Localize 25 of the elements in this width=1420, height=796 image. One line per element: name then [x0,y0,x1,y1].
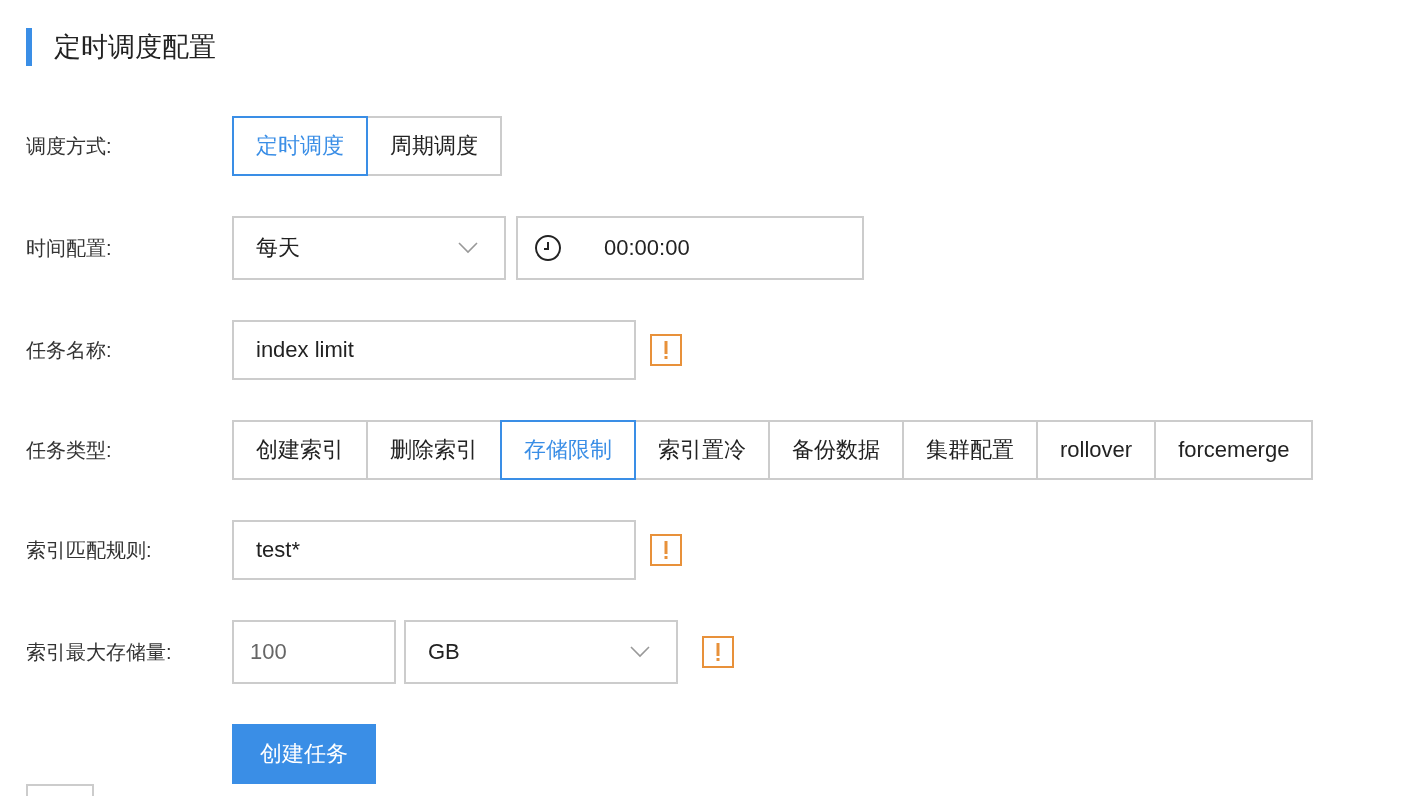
segment-option[interactable]: 周期调度 [366,116,502,176]
section-title: 定时调度配置 [54,31,216,64]
field-label: 任务类型: [26,437,113,463]
segment-option[interactable]: forcemerge [1154,420,1314,480]
field-label: 索引最大存储量: [26,639,173,665]
field-label: 时间配置: [26,235,113,261]
title-accent-bar [26,28,32,66]
field-label: 索引匹配规则: [26,537,153,563]
unit-dropdown[interactable]: GB [404,620,678,684]
chevron-down-icon [630,646,650,658]
dropdown[interactable]: 每天 [232,216,506,280]
segment-option[interactable]: 集群配置 [902,420,1038,480]
segment-option[interactable]: 删除索引 [366,420,502,480]
segment-option[interactable]: 索引置冷 [634,420,770,480]
segment-option[interactable]: 创建索引 [232,420,368,480]
segment-option[interactable]: rollover [1036,420,1157,480]
clock-icon [534,234,562,262]
field-label: 调度方式: [26,133,113,159]
text-input[interactable]: index limit [232,320,636,380]
segment-option[interactable]: 备份数据 [768,420,904,480]
number-input[interactable]: 100 [232,620,396,684]
chevron-down-icon [458,242,478,254]
field-label: 任务名称: [26,337,113,363]
text-input[interactable]: test* [232,520,636,580]
time-picker[interactable]: 00:00:00 [516,216,864,280]
